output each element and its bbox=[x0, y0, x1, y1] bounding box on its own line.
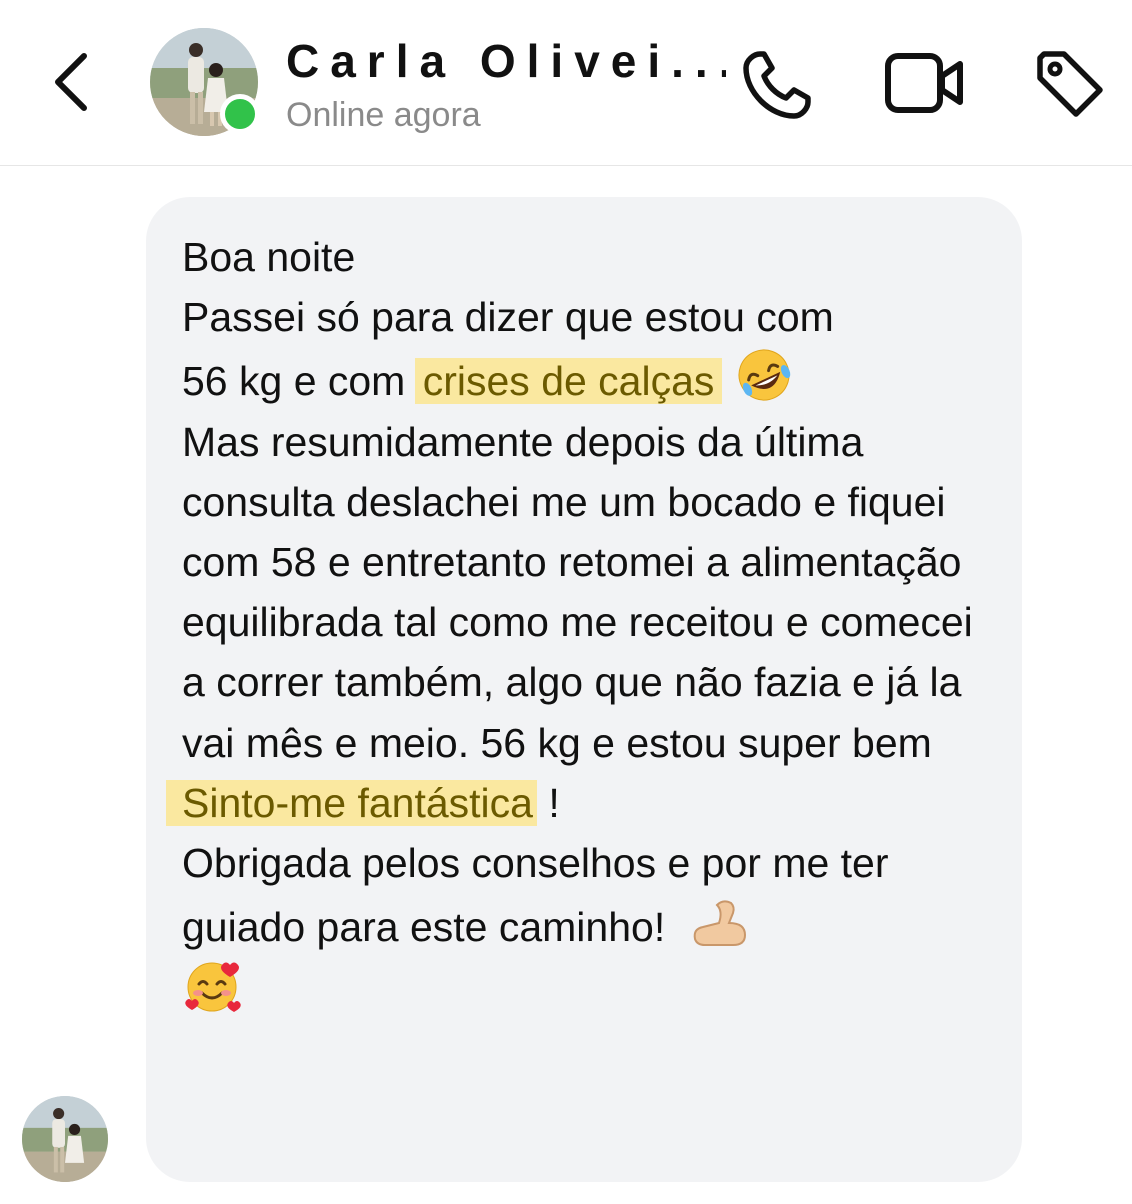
message-line: Passei só para dizer que estou com bbox=[182, 294, 834, 341]
back-button[interactable] bbox=[44, 48, 104, 116]
sender-avatar[interactable] bbox=[22, 1096, 108, 1182]
video-call-button[interactable] bbox=[882, 46, 968, 120]
tag-icon bbox=[1037, 51, 1103, 117]
contact-status: Online agora bbox=[286, 96, 481, 134]
chat-screen: Carla Olivei... Online agora Boa noite P… bbox=[0, 0, 1132, 1204]
message-text: Boa noite Passei só para dizer que estou… bbox=[166, 227, 1002, 1022]
flexed-biceps-emoji bbox=[693, 900, 746, 947]
message-paragraph: Mas resumidamente depois da última consu… bbox=[182, 418, 973, 766]
contact-avatar[interactable] bbox=[150, 28, 260, 138]
chat-header: Carla Olivei... Online agora bbox=[0, 0, 1132, 166]
call-button[interactable] bbox=[738, 44, 818, 124]
message-bubble[interactable]: Boa noite Passei só para dizer que estou… bbox=[146, 197, 1022, 1182]
online-status-indicator bbox=[220, 94, 260, 134]
smiling-face-with-hearts-emoji bbox=[185, 962, 241, 1013]
chevron-left-icon bbox=[55, 53, 87, 111]
highlighted-text: Sinto-me fantástica bbox=[166, 779, 537, 826]
highlighted-text: crises de calças bbox=[414, 358, 723, 405]
video-camera-icon bbox=[885, 53, 963, 113]
contact-name[interactable]: Carla Olivei... bbox=[286, 34, 726, 88]
phone-icon bbox=[743, 51, 811, 119]
message-exclamation: ! bbox=[536, 779, 560, 826]
rolling-on-floor-laughing-emoji bbox=[738, 349, 791, 401]
message-line: 56 kg e com bbox=[182, 358, 417, 405]
message-greeting: Boa noite bbox=[182, 234, 356, 280]
tag-button[interactable] bbox=[1030, 44, 1110, 124]
avatar-photo-illustration bbox=[22, 1096, 108, 1182]
message-paragraph: Obrigada pelos conselhos e por me ter gu… bbox=[182, 840, 889, 951]
